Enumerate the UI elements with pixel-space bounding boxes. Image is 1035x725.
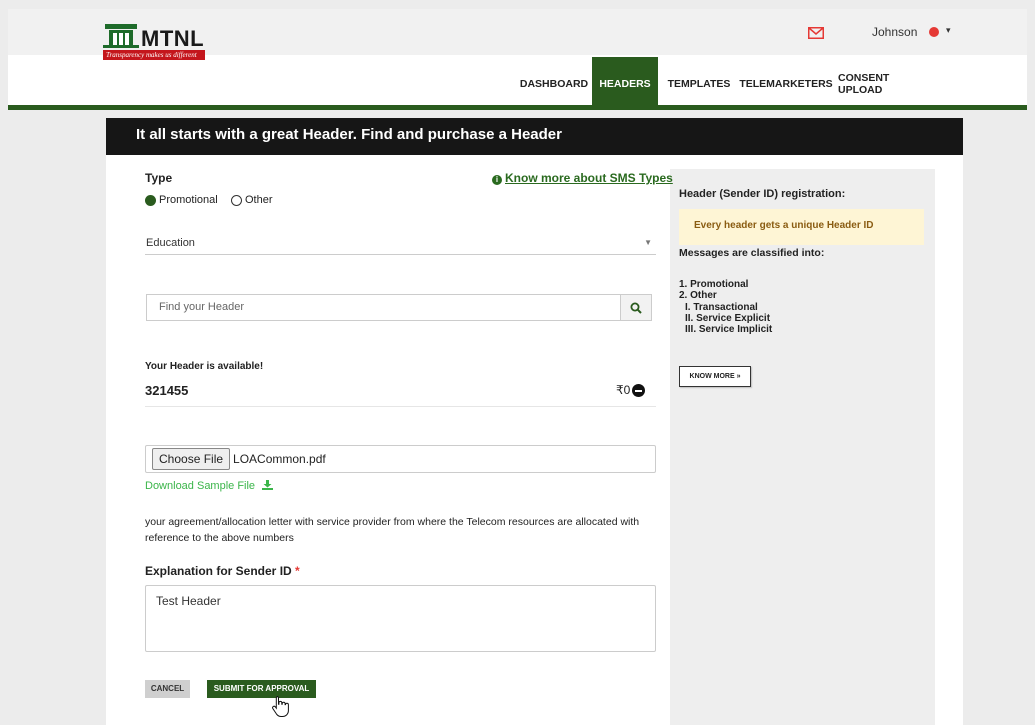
sidebar-note: Every header gets a unique Header ID: [679, 209, 924, 245]
chevron-down-icon: ▼: [644, 238, 652, 247]
radio-promotional-label: Promotional: [159, 194, 218, 206]
radio-other[interactable]: Other: [231, 194, 273, 206]
explanation-label: Explanation for Sender ID *: [145, 564, 300, 578]
nav-templates[interactable]: TEMPLATES: [664, 57, 734, 110]
list-item: I. Transactional: [685, 301, 758, 313]
info-icon: i: [492, 175, 502, 185]
header-search-input[interactable]: Find your Header: [146, 294, 620, 321]
mail-icon[interactable]: [808, 27, 824, 39]
radio-promotional[interactable]: Promotional: [145, 194, 218, 206]
sidebar-subtitle: Messages are classified into:: [679, 247, 825, 259]
brand-tagline: Transparency makes us different: [103, 50, 205, 60]
download-icon: [262, 480, 274, 490]
cancel-button[interactable]: CANCEL: [145, 680, 190, 698]
know-more-sms-types-text: Know more about SMS Types: [505, 171, 673, 185]
sidebar-title: Header (Sender ID) registration:: [679, 188, 846, 200]
nav-dashboard[interactable]: DASHBOARD: [516, 57, 592, 110]
user-name[interactable]: Johnson: [872, 25, 917, 39]
panel-title: It all starts with a great Header. Find …: [106, 118, 963, 155]
list-item: III. Service Implicit: [685, 324, 773, 336]
nav-headers[interactable]: HEADERS: [592, 57, 658, 110]
divider: [145, 406, 656, 407]
type-label: Type: [145, 171, 173, 185]
list-item: 2. Other: [679, 290, 717, 302]
category-select[interactable]: Education ▼: [145, 230, 656, 255]
explanation-textarea[interactable]: Test Header: [145, 585, 656, 652]
explanation-label-text: Explanation for Sender ID: [145, 564, 292, 578]
chevron-down-icon[interactable]: ▾: [946, 25, 951, 36]
search-button[interactable]: [620, 294, 652, 321]
list-item: II. Service Explicit: [685, 312, 771, 324]
search-icon: [630, 302, 642, 314]
submit-for-approval-button[interactable]: SUBMIT FOR APPROVAL: [207, 680, 316, 698]
radio-unselected-icon: [231, 194, 242, 206]
know-more-button[interactable]: KNOW MORE »: [679, 366, 751, 387]
header-price: ₹0: [616, 383, 631, 397]
availability-label: Your Header is available!: [145, 361, 264, 372]
download-sample-link[interactable]: Download Sample File: [145, 480, 274, 492]
category-value: Education: [146, 237, 195, 249]
mtnl-logo-icon: [103, 24, 139, 48]
classification-list: 1. Promotional 2. Other I. Transactional…: [679, 279, 772, 335]
list-item: 1. Promotional: [679, 279, 749, 290]
mtnl-logo[interactable]: MTNL Transparency makes us different: [103, 20, 213, 60]
radio-selected-icon: [145, 194, 156, 206]
choose-file-button[interactable]: Choose File: [152, 448, 231, 470]
know-more-sms-types-link[interactable]: i Know more about SMS Types: [492, 171, 673, 185]
nav-consent-upload[interactable]: CONSENT UPLOAD: [838, 57, 934, 110]
radio-other-label: Other: [245, 194, 273, 206]
remove-icon[interactable]: [632, 384, 645, 397]
file-name: LOACommon.pdf: [233, 452, 326, 466]
nav-telemarketers[interactable]: TELEMARKETERS: [739, 57, 832, 110]
brand-name: MTNL: [141, 26, 205, 51]
download-sample-text: Download Sample File: [145, 480, 256, 492]
agreement-help-text: your agreement/allocation letter with se…: [145, 516, 640, 544]
user-icon[interactable]: [929, 27, 939, 37]
hand-cursor-icon: [272, 696, 289, 717]
header-number: 321455: [145, 383, 189, 398]
file-upload-field[interactable]: Choose File LOACommon.pdf: [145, 445, 656, 473]
required-mark: *: [295, 564, 300, 578]
